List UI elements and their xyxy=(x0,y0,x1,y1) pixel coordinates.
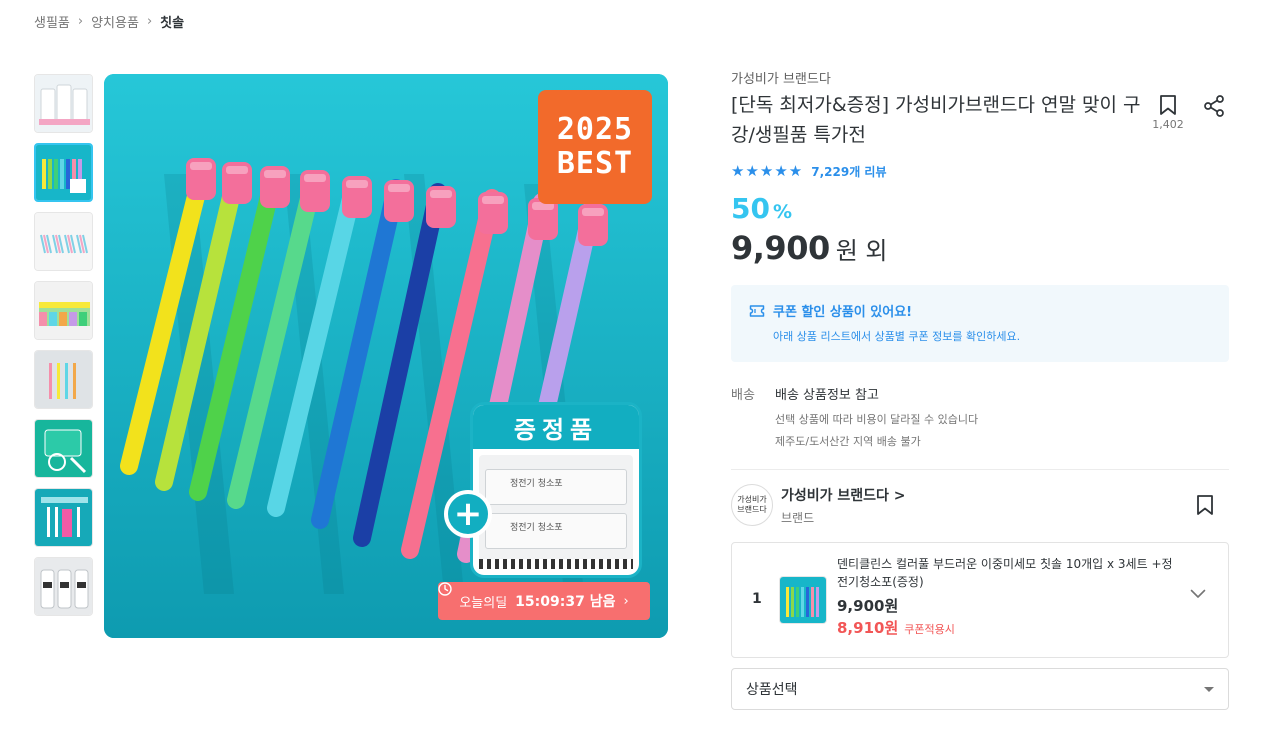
gift-pack-1: 정전기 청소포 xyxy=(485,469,627,505)
option-card[interactable]: 1 덴티클린스 컬러풀 부드러운 이중미세모 칫솔 10개입 x 3세트 +정전… xyxy=(731,542,1229,658)
chevron-right-icon: › xyxy=(623,593,629,609)
option-number: 1 xyxy=(752,591,762,607)
shipping-note-1: 선택 상품에 따라 비용이 달라질 수 있습니다 xyxy=(775,413,979,426)
share-button[interactable] xyxy=(1199,94,1229,131)
thumbnail-1[interactable] xyxy=(34,74,93,133)
product-info: 가성비가 브랜드다 [단독 최저가&증정] 가성비가브랜드다 연말 맞이 구강/… xyxy=(731,68,1229,710)
breadcrumb: 생필품 › 양치용품 › 칫솔 xyxy=(34,10,184,32)
seller-row: 가성비가 브랜드다 가성비가 브랜드다 > 브랜드 xyxy=(731,484,1229,526)
option-thumbnail xyxy=(779,576,827,624)
seller-logo-line2: 브랜드다 xyxy=(737,505,767,514)
seller-logo[interactable]: 가성비가 브랜드다 xyxy=(731,484,773,526)
rating-row: ★★★★★ 7,229개 리뷰 xyxy=(731,162,1229,180)
discount-value: 50 xyxy=(731,192,770,225)
discount-unit: % xyxy=(772,201,793,223)
seller-logo-line1: 가성비가 xyxy=(737,495,767,504)
main-product-image[interactable]: 2025 BEST 증정품 정전기 청소포 정전기 청소포 + 오늘의딜 15:… xyxy=(104,74,668,638)
bookmark-icon xyxy=(1160,95,1176,115)
thumbnail-5[interactable] xyxy=(34,350,93,409)
caret-down-icon xyxy=(1204,686,1214,692)
gift-pattern xyxy=(479,559,633,569)
thumbnail-image xyxy=(35,489,92,546)
option-coupon-price: 8,910원 xyxy=(837,619,899,637)
thumbnail-8[interactable] xyxy=(34,557,93,616)
gift-card: 증정품 정전기 청소포 정전기 청소포 xyxy=(470,402,642,578)
thumbnail-4[interactable] xyxy=(34,281,93,340)
thumbnail-6[interactable] xyxy=(34,419,93,478)
divider xyxy=(731,469,1229,470)
option-image xyxy=(780,577,826,623)
thumbnail-image xyxy=(35,282,92,339)
chevron-right-icon: › xyxy=(146,13,153,29)
thumbnail-image xyxy=(35,351,92,408)
thumbnail-image xyxy=(36,145,91,200)
option-price: 9,900원 xyxy=(837,597,899,615)
breadcrumb-item-toothbrush[interactable]: 칫솔 xyxy=(160,12,184,31)
gift-title: 증정품 xyxy=(473,405,639,449)
best-badge: 2025 BEST xyxy=(538,90,652,204)
thumbnail-3[interactable] xyxy=(34,212,93,271)
scrap-button[interactable]: 1,402 xyxy=(1152,94,1184,131)
chevron-down-icon[interactable] xyxy=(1190,589,1206,599)
share-icon xyxy=(1204,95,1224,117)
price-row: 9,900 원 외 xyxy=(731,229,1229,267)
badge-best: BEST xyxy=(556,146,634,181)
discount-rate: 50 % xyxy=(731,192,1229,225)
thumbnail-7[interactable] xyxy=(34,488,93,547)
scrap-count: 1,402 xyxy=(1152,118,1184,131)
review-count-link[interactable]: 7,229개 리뷰 xyxy=(811,163,886,180)
plus-icon: + xyxy=(444,490,492,538)
thumbnail-list xyxy=(34,74,94,616)
coupon-description: 아래 상품 리스트에서 상품별 쿠폰 정보를 확인하세요. xyxy=(773,330,1021,343)
shipping-note-2: 제주도/도서산간 지역 배송 불가 xyxy=(775,435,921,448)
coupon-icon xyxy=(749,304,765,317)
brand-link[interactable]: 가성비가 브랜드다 xyxy=(731,68,1229,90)
breadcrumb-item-daily[interactable]: 생필품 xyxy=(34,12,70,31)
option-name: 덴티클린스 컬러풀 부드러운 이중미세모 칫솔 10개입 x 3세트 +정전기청… xyxy=(837,557,1173,589)
shipping-row: 배송 배송 상품정보 참고 xyxy=(731,384,1229,403)
thumbnail-image xyxy=(35,558,92,615)
shipping-main: 배송 상품정보 참고 xyxy=(775,388,879,403)
chevron-right-icon: › xyxy=(77,13,84,29)
seller-type: 브랜드 xyxy=(781,510,815,525)
price-unit: 원 외 xyxy=(835,237,888,265)
seller-name-link[interactable]: 가성비가 브랜드다 > xyxy=(781,485,1195,505)
timer-label: 오늘의딜 xyxy=(459,595,508,611)
product-title: [단독 최저가&증정] 가성비가브랜드다 연말 맞이 구강/생필품 특가전 xyxy=(731,94,1141,146)
gift-package-image: 정전기 청소포 정전기 청소포 xyxy=(479,455,633,569)
shipping-label: 배송 xyxy=(731,388,755,403)
today-deal-timer[interactable]: 오늘의딜 15:09:37 남음 › xyxy=(438,582,650,620)
coupon-notice: 쿠폰 할인 상품이 있어요! 아래 상품 리스트에서 상품별 쿠폰 정보를 확인… xyxy=(731,285,1229,362)
option-coupon-note: 쿠폰적용시 xyxy=(904,623,955,636)
coupon-title: 쿠폰 할인 상품이 있어요! xyxy=(773,305,913,320)
badge-year: 2025 xyxy=(556,112,634,147)
clock-icon xyxy=(438,582,452,596)
thumbnail-image xyxy=(35,75,92,132)
price-value: 9,900 xyxy=(731,229,830,267)
timer-time: 15:09:37 남음 xyxy=(515,594,616,610)
bookmark-icon[interactable] xyxy=(1195,494,1215,516)
product-select-placeholder: 상품선택 xyxy=(746,682,798,698)
breadcrumb-item-oral-care[interactable]: 양치용품 xyxy=(91,12,139,31)
thumbnail-image xyxy=(35,420,92,477)
thumbnail-image xyxy=(35,213,92,270)
thumbnail-2[interactable] xyxy=(34,143,93,202)
gift-pack-2: 정전기 청소포 xyxy=(485,513,627,549)
product-select[interactable]: 상품선택 xyxy=(731,668,1229,710)
star-rating-icon: ★★★★★ xyxy=(731,162,804,180)
